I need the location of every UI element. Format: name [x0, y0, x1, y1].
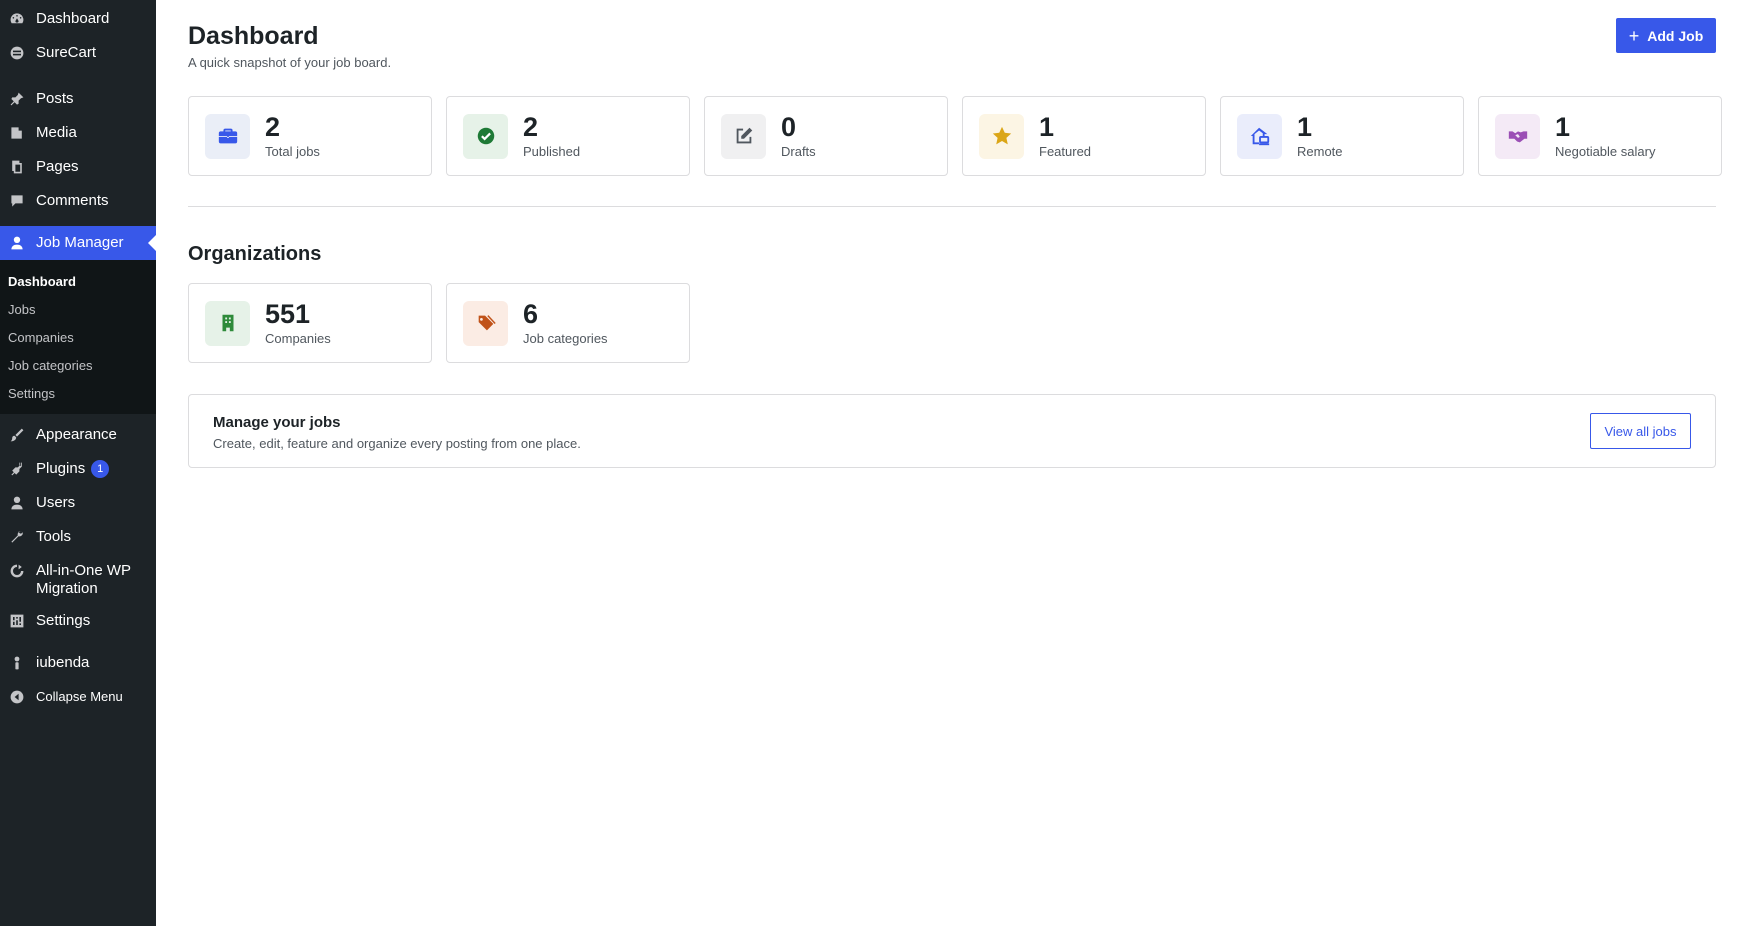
stat-value: 6: [523, 298, 539, 329]
submenu-item-settings[interactable]: Settings: [0, 380, 156, 408]
manage-jobs-title: Manage your jobs: [213, 414, 341, 431]
menu-item-label: Dashboard: [36, 10, 110, 27]
stat-label: Published: [523, 143, 581, 159]
users-icon: [8, 494, 26, 512]
menu-item-comments[interactable]: Comments: [0, 192, 156, 226]
stat-value: 2: [265, 111, 281, 142]
stat-card-total-jobs: 2 Total jobs: [188, 96, 432, 176]
stat-value: 1: [1555, 111, 1571, 142]
menu-item-job-manager[interactable]: Job Manager: [0, 226, 156, 260]
iubenda-icon: [8, 654, 26, 672]
menu-item-media[interactable]: Media: [0, 124, 156, 158]
manage-jobs-panel: Manage your jobs Create, edit, feature a…: [188, 394, 1716, 468]
pages-icon: [8, 158, 26, 176]
menu-item-dashboard[interactable]: Dashboard: [0, 10, 156, 44]
settings-icon: [8, 612, 26, 630]
stat-value: 0: [781, 111, 797, 142]
stat-card-drafts: 0 Drafts: [704, 96, 948, 176]
stat-label: Companies: [265, 330, 331, 346]
admin-sidebar: Dashboard SureCart Posts Media Pages Com…: [0, 0, 156, 926]
migration-icon: [8, 562, 26, 580]
user-icon: [8, 234, 26, 252]
stat-value: 1: [1039, 111, 1055, 142]
menu-item-surecart[interactable]: SureCart: [0, 44, 156, 78]
check-circle-icon: [463, 113, 508, 159]
handshake-icon: [1495, 113, 1540, 159]
dashboard-icon: [8, 10, 26, 28]
menu-item-plugins[interactable]: Plugins 1: [0, 460, 156, 494]
menu-item-label: Appearance: [36, 426, 117, 443]
stat-card-job-categories: 6 Job categories: [446, 283, 690, 363]
pin-icon: [8, 90, 26, 108]
submenu-item-job-categories[interactable]: Job categories: [0, 352, 156, 380]
menu-item-settings[interactable]: Settings: [0, 612, 156, 646]
stat-label: Drafts: [781, 143, 816, 159]
submenu-item-jobs[interactable]: Jobs: [0, 296, 156, 324]
menu-item-label: Media: [36, 124, 77, 141]
star-icon: [979, 113, 1024, 159]
menu-item-pages[interactable]: Pages: [0, 158, 156, 192]
collapse-menu-button[interactable]: Collapse Menu: [0, 688, 156, 722]
job-stats-cards: 2 Total jobs 2 Published 0 Drafts 1 Featured…: [188, 96, 1722, 176]
menu-item-label: Comments: [36, 192, 109, 209]
page-subtitle: A quick snapshot of your job board.: [188, 55, 392, 70]
stat-label: Job categories: [523, 330, 608, 346]
remote-house-icon: [1237, 113, 1282, 159]
menu-item-label: SureCart: [36, 44, 97, 61]
stat-label: Remote: [1297, 143, 1343, 159]
stat-label: Featured: [1039, 143, 1092, 159]
stat-card-negotiable-salary: 1 Negotiable salary: [1478, 96, 1722, 176]
surecart-icon: [8, 44, 26, 62]
menu-item-all-in-one-wp-migration[interactable]: All-in-One WP Migration: [0, 562, 156, 612]
menu-item-label: Settings: [36, 612, 91, 629]
menu-item-label: Plugins 1: [36, 460, 110, 478]
organizations-heading: Organizations: [188, 243, 322, 265]
menu-item-label: Posts: [36, 90, 74, 107]
plugins-update-badge: 1: [91, 460, 110, 478]
submenu-item-companies[interactable]: Companies: [0, 324, 156, 352]
menu-item-label: Users: [36, 494, 76, 511]
main-content: Dashboard A quick snapshot of your job b…: [156, 0, 1738, 926]
menu-item-label: Pages: [36, 158, 79, 175]
job-manager-submenu: Dashboard Jobs Companies Job categories …: [0, 260, 156, 414]
stat-value: 2: [523, 111, 539, 142]
building-icon: [205, 300, 250, 346]
briefcase-icon: [205, 113, 250, 159]
stat-label: Negotiable salary: [1555, 143, 1656, 159]
manage-jobs-description: Create, edit, feature and organize every…: [213, 436, 581, 451]
edit-icon: [721, 113, 766, 159]
menu-item-appearance[interactable]: Appearance: [0, 426, 156, 460]
menu-item-label: Tools: [36, 528, 72, 545]
comment-icon: [8, 192, 26, 210]
menu-item-label: Collapse Menu: [36, 689, 123, 704]
stat-card-featured: 1 Featured: [962, 96, 1206, 176]
plus-icon: +: [1628, 25, 1640, 46]
menu-item-label: Job Manager: [36, 234, 124, 251]
organization-cards: 551 Companies 6 Job categories: [188, 283, 690, 363]
menu-item-label: All-in-One WP Migration: [36, 562, 131, 597]
plugin-icon: [8, 460, 26, 478]
brush-icon: [8, 426, 26, 444]
tags-icon: [463, 300, 508, 346]
stat-label: Total jobs: [265, 143, 320, 159]
menu-item-label: iubenda: [36, 654, 90, 671]
stat-card-published: 2 Published: [446, 96, 690, 176]
media-icon: [8, 124, 26, 142]
submenu-item-dashboard[interactable]: Dashboard: [0, 268, 156, 296]
stat-value: 1: [1297, 111, 1313, 142]
menu-item-users[interactable]: Users: [0, 494, 156, 528]
section-divider: [188, 206, 1716, 207]
add-job-label: Add Job: [1647, 27, 1704, 44]
page-title: Dashboard: [188, 22, 319, 50]
stat-card-companies: 551 Companies: [188, 283, 432, 363]
view-all-jobs-button[interactable]: View all jobs: [1590, 413, 1691, 449]
menu-item-iubenda[interactable]: iubenda: [0, 654, 156, 688]
wrench-icon: [8, 528, 26, 546]
menu-item-tools[interactable]: Tools: [0, 528, 156, 562]
add-job-button[interactable]: + Add Job: [1616, 18, 1716, 53]
stat-value: 551: [265, 298, 311, 329]
stat-card-remote: 1 Remote: [1220, 96, 1464, 176]
menu-item-posts[interactable]: Posts: [0, 90, 156, 124]
collapse-icon: [8, 688, 26, 706]
